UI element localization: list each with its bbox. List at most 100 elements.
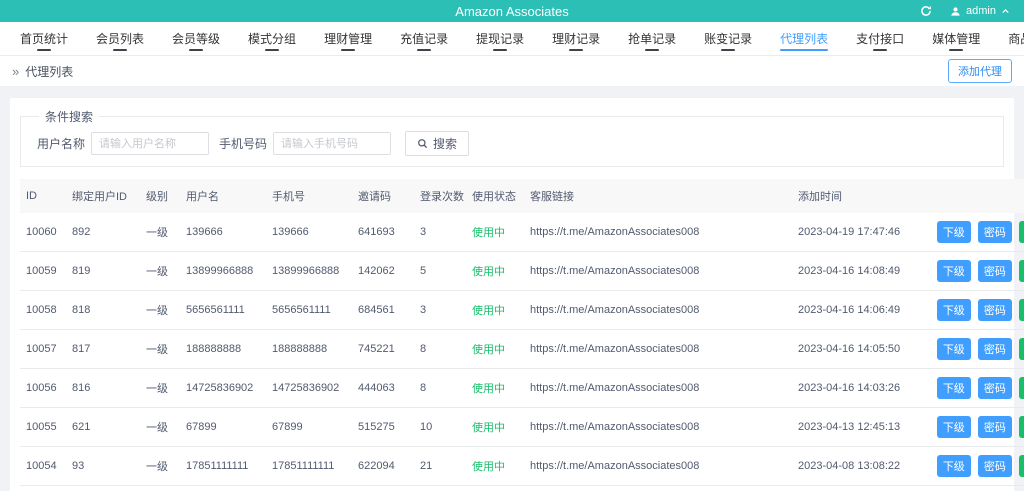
cell-phone: 139666 bbox=[266, 213, 352, 252]
refresh-icon bbox=[921, 6, 931, 16]
nav-tab[interactable]: 支付接口 bbox=[842, 22, 918, 55]
cell-invite-code: 573763 bbox=[352, 485, 414, 491]
search-button[interactable]: 搜索 bbox=[405, 131, 470, 156]
cell-added-time: 2023-04-16 14:08:49 bbox=[792, 251, 920, 291]
edit-button[interactable]: 编辑 bbox=[1018, 260, 1024, 282]
nav-tab[interactable]: 抢单记录 bbox=[614, 22, 690, 55]
nav-tab[interactable]: 理财记录 bbox=[538, 22, 614, 55]
password-button[interactable]: 密码 bbox=[977, 260, 1012, 282]
nav-tab[interactable]: 会员列表 bbox=[82, 22, 158, 55]
nav-tab[interactable]: 模式分组 bbox=[234, 22, 310, 55]
cell-actions: 下级 密码 编辑 禁用 bbox=[920, 213, 1024, 252]
table-row: 10053 94 一级 258369147855 25836914785 573… bbox=[20, 485, 1024, 491]
password-button[interactable]: 密码 bbox=[977, 299, 1012, 321]
cell-level: 一级 bbox=[140, 485, 180, 491]
sub-agents-button[interactable]: 下级 bbox=[936, 221, 971, 243]
cell-actions: 下级 密码 编辑 禁用 bbox=[920, 368, 1024, 408]
sub-agents-button[interactable]: 下级 bbox=[936, 338, 971, 360]
cell-added-time: 2023-04-19 17:47:46 bbox=[792, 213, 920, 252]
edit-button[interactable]: 编辑 bbox=[1018, 299, 1024, 321]
password-button[interactable]: 密码 bbox=[977, 338, 1012, 360]
table-row: 10054 93 一级 17851111111 17851111111 6220… bbox=[20, 446, 1024, 486]
nav-tab[interactable]: 媒体管理 bbox=[918, 22, 994, 55]
nav-tab[interactable]: 商品管理 bbox=[994, 22, 1024, 55]
cell-bind-user-id: 819 bbox=[66, 251, 140, 291]
edit-button[interactable]: 编辑 bbox=[1018, 416, 1024, 438]
cell-level: 一级 bbox=[140, 213, 180, 252]
column-header: 添加时间 bbox=[792, 179, 920, 213]
table-row: 10060 892 一级 139666 139666 641693 3 使用中 … bbox=[20, 213, 1024, 252]
cell-status: 使用中 bbox=[466, 290, 524, 330]
cell-status: 使用中 bbox=[466, 446, 524, 486]
password-button[interactable]: 密码 bbox=[977, 377, 1012, 399]
cell-username: 17851111111 bbox=[180, 446, 266, 486]
nav-tab[interactable]: 充值记录 bbox=[386, 22, 462, 55]
cell-login-count: 8 bbox=[414, 368, 466, 408]
cell-added-time: 2023-04-16 14:05:50 bbox=[792, 329, 920, 369]
cell-level: 一级 bbox=[140, 368, 180, 408]
sub-agents-button[interactable]: 下级 bbox=[936, 299, 971, 321]
username-input[interactable] bbox=[91, 132, 210, 155]
edit-button[interactable]: 编辑 bbox=[1018, 455, 1024, 477]
add-agent-button[interactable]: 添加代理 bbox=[948, 59, 1012, 83]
table-row: 10056 816 一级 14725836902 14725836902 444… bbox=[20, 368, 1024, 408]
search-form: 用户名称 手机号码 搜索 bbox=[33, 131, 991, 156]
cell-username: 139666 bbox=[180, 213, 266, 252]
phone-input[interactable] bbox=[273, 132, 392, 155]
cell-login-count: 10 bbox=[414, 407, 466, 447]
cell-phone: 13899966888 bbox=[266, 251, 352, 291]
table-header-row: ID 绑定用户ID 级别 用户名 手机号 邀请码 登录次数 使用状态 客服链接 添加时间 bbox=[20, 179, 1024, 213]
cell-login-count: 5 bbox=[414, 251, 466, 291]
agent-table: ID 绑定用户ID 级别 用户名 手机号 邀请码 登录次数 使用状态 客服链接 添加时间 1006… bbox=[20, 179, 1024, 491]
cell-username: 67899 bbox=[180, 407, 266, 447]
column-header: 登录次数 bbox=[414, 179, 466, 213]
cell-added-time: 2023-04-13 12:45:13 bbox=[792, 407, 920, 447]
nav-tab[interactable]: 理财管理 bbox=[310, 22, 386, 55]
cell-status: 使用中 bbox=[466, 485, 524, 491]
password-button[interactable]: 密码 bbox=[977, 416, 1012, 438]
cell-bind-user-id: 816 bbox=[66, 368, 140, 408]
column-header: 手机号 bbox=[266, 179, 352, 213]
user-menu[interactable]: admin bbox=[950, 5, 1010, 17]
cell-level: 一级 bbox=[140, 329, 180, 369]
breadcrumb: » 代理列表 bbox=[12, 63, 73, 80]
cell-actions: 下级 密码 编辑 禁用 bbox=[920, 251, 1024, 291]
cell-service-link: https://t.me/AmazonAssociates008 bbox=[524, 213, 792, 252]
nav-tab[interactable]: 代理列表 bbox=[766, 22, 842, 55]
cell-added-time: 2023-04-08 13:08:22 bbox=[792, 446, 920, 486]
cell-invite-code: 142062 bbox=[352, 251, 414, 291]
cell-bind-user-id: 94 bbox=[66, 485, 140, 491]
nav-tabs: 首页统计 会员列表 会员等级 模式分组 理财管理 充值记录 提现记录 理财记录 抢单记录 账变记录… bbox=[0, 22, 1024, 56]
refresh-button[interactable] bbox=[920, 5, 932, 17]
edit-button[interactable]: 编辑 bbox=[1018, 221, 1024, 243]
agent-table-body: 10060 892 一级 139666 139666 641693 3 使用中 … bbox=[20, 213, 1024, 491]
cell-id: 10059 bbox=[20, 251, 66, 291]
search-icon bbox=[418, 139, 428, 149]
nav-tab[interactable]: 账变记录 bbox=[690, 22, 766, 55]
sub-agents-button[interactable]: 下级 bbox=[936, 416, 971, 438]
password-button[interactable]: 密码 bbox=[977, 455, 1012, 477]
sub-agents-button[interactable]: 下级 bbox=[936, 260, 971, 282]
app-title: Amazon Associates bbox=[455, 3, 569, 19]
password-button[interactable]: 密码 bbox=[977, 221, 1012, 243]
nav-tab[interactable]: 首页统计 bbox=[6, 22, 82, 55]
cell-id: 10054 bbox=[20, 446, 66, 486]
cell-service-link: https://t.me/AmazonAssociates008 bbox=[524, 368, 792, 408]
search-panel-title: 条件搜索 bbox=[45, 110, 94, 124]
sub-agents-button[interactable]: 下级 bbox=[936, 377, 971, 399]
top-bar: Amazon Associates admin bbox=[0, 0, 1024, 22]
column-header: 使用状态 bbox=[466, 179, 524, 213]
edit-button[interactable]: 编辑 bbox=[1018, 377, 1024, 399]
cell-login-count: 26 bbox=[414, 485, 466, 491]
chevron-up-icon bbox=[1002, 8, 1009, 13]
cell-actions: 下级 密码 编辑 禁用 bbox=[920, 290, 1024, 330]
nav-tab[interactable]: 提现记录 bbox=[462, 22, 538, 55]
sub-agents-button[interactable]: 下级 bbox=[936, 455, 971, 477]
cell-bind-user-id: 892 bbox=[66, 213, 140, 252]
table-row: 10059 819 一级 13899966888 13899966888 142… bbox=[20, 251, 1024, 291]
cell-id: 10056 bbox=[20, 368, 66, 408]
nav-tab[interactable]: 会员等级 bbox=[158, 22, 234, 55]
cell-invite-code: 745221 bbox=[352, 329, 414, 369]
cell-status: 使用中 bbox=[466, 368, 524, 408]
edit-button[interactable]: 编辑 bbox=[1018, 338, 1024, 360]
